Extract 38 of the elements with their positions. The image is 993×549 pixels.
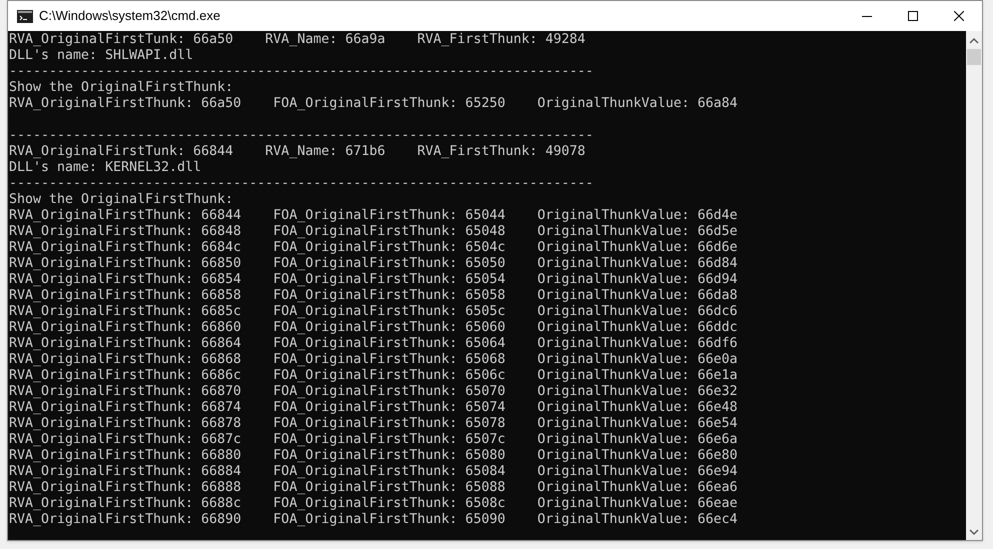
console-line: RVA_OriginalFirstThunk: 66864 FOA_OriginalFirstThunk: 65064 OriginalThunkValue: 66df6 bbox=[9, 336, 738, 351]
console-line: RVA_OriginalFirstThunk: 66844 FOA_OriginalFirstThunk: 65044 OriginalThunkValue: 66d4e bbox=[9, 208, 738, 223]
console-line: Show the OriginalFirstThunk: bbox=[9, 80, 234, 95]
console-line: RVA_OriginalFirstThunk: 66854 FOA_OriginalFirstThunk: 65054 OriginalThunkValue: 66d94 bbox=[9, 272, 738, 287]
console-line: RVA_OriginalFirstThunk: 66860 FOA_OriginalFirstThunk: 65060 OriginalThunkValue: 66ddc bbox=[9, 320, 738, 335]
console-line: RVA_OriginalFirstThunk: 6687c FOA_OriginalFirstThunk: 6507c OriginalThunkValue: 66e6a bbox=[9, 432, 738, 447]
console-line: RVA_OriginalFirstThunk: 66848 FOA_OriginalFirstThunk: 65048 OriginalThunkValue: 66d5e bbox=[9, 224, 738, 239]
console-line: RVA_OriginalFirstTunk: 66a50 RVA_Name: 66a9a RVA_FirstThunk: 49284 bbox=[9, 32, 586, 47]
scrollbar[interactable] bbox=[966, 31, 982, 540]
console-line: DLL's name: KERNEL32.dll bbox=[9, 160, 202, 175]
console-line: RVA_OriginalFirstThunk: 66874 FOA_OriginalFirstThunk: 65074 OriginalThunkValue: 66e48 bbox=[9, 400, 738, 415]
maximize-icon bbox=[908, 11, 918, 21]
scrollbar-thumb[interactable] bbox=[967, 49, 981, 65]
console-line: RVA_OriginalFirstThunk: 6686c FOA_OriginalFirstThunk: 6506c OriginalThunkValue: 66e1a bbox=[9, 368, 738, 383]
console-line: ------------------------------------------------------------------------- bbox=[9, 64, 594, 79]
window-title: C:\Windows\system32\cmd.exe bbox=[39, 7, 220, 26]
console-line: RVA_OriginalFirstThunk: 66870 FOA_OriginalFirstThunk: 65070 OriginalThunkValue: 66e32 bbox=[9, 384, 738, 399]
console-line: RVA_OriginalFirstThunk: 6688c FOA_OriginalFirstThunk: 6508c OriginalThunkValue: 66eae bbox=[9, 496, 738, 511]
console-line: RVA_OriginalFirstThunk: 66878 FOA_OriginalFirstThunk: 65078 OriginalThunkValue: 66e54 bbox=[9, 416, 738, 431]
console-line: RVA_OriginalFirstThunk: 66888 FOA_OriginalFirstThunk: 65088 OriginalThunkValue: 66ea6 bbox=[9, 480, 738, 495]
console-line: Show the OriginalFirstThunk: bbox=[9, 192, 234, 207]
console-line: RVA_OriginalFirstThunk: 66850 FOA_OriginalFirstThunk: 65050 OriginalThunkValue: 66d84 bbox=[9, 256, 738, 271]
console-line: RVA_OriginalFirstTunk: 66844 RVA_Name: 671b6 RVA_FirstThunk: 49078 bbox=[9, 144, 586, 159]
console-line: DLL's name: SHLWAPI.dll bbox=[9, 48, 194, 63]
console-line: RVA_OriginalFirstThunk: 66868 FOA_OriginalFirstThunk: 65068 OriginalThunkValue: 66e0a bbox=[9, 352, 738, 367]
scroll-down-icon[interactable] bbox=[969, 528, 979, 536]
console-line: RVA_OriginalFirstThunk: 6685c FOA_OriginalFirstThunk: 6505c OriginalThunkValue: 66dc6 bbox=[9, 304, 738, 319]
console-line: RVA_OriginalFirstThunk: 66880 FOA_OriginalFirstThunk: 65080 OriginalThunkValue: 66e80 bbox=[9, 448, 738, 463]
console-line: RVA_OriginalFirstThunk: 66890 FOA_OriginalFirstThunk: 65090 OriginalThunkValue: 66ec4 bbox=[9, 512, 738, 527]
console-line: RVA_OriginalFirstThunk: 66884 FOA_OriginalFirstThunk: 65084 OriginalThunkValue: 66e94 bbox=[9, 464, 738, 479]
console-line: RVA_OriginalFirstThunk: 66a50 FOA_OriginalFirstThunk: 65250 OriginalThunkValue: 66a84 bbox=[9, 96, 738, 111]
console-line: ------------------------------------------------------------------------- bbox=[9, 176, 594, 191]
close-icon bbox=[954, 11, 964, 21]
terminal-icon bbox=[17, 10, 33, 22]
console-line: RVA_OriginalFirstThunk: 6684c FOA_OriginalFirstThunk: 6504c OriginalThunkValue: 66d6e bbox=[9, 240, 738, 255]
console-line: ------------------------------------------------------------------------- bbox=[9, 128, 594, 143]
console-line: RVA_OriginalFirstThunk: 66858 FOA_OriginalFirstThunk: 65058 OriginalThunkValue: 66da8 bbox=[9, 288, 738, 303]
scroll-up-icon[interactable] bbox=[969, 37, 979, 45]
